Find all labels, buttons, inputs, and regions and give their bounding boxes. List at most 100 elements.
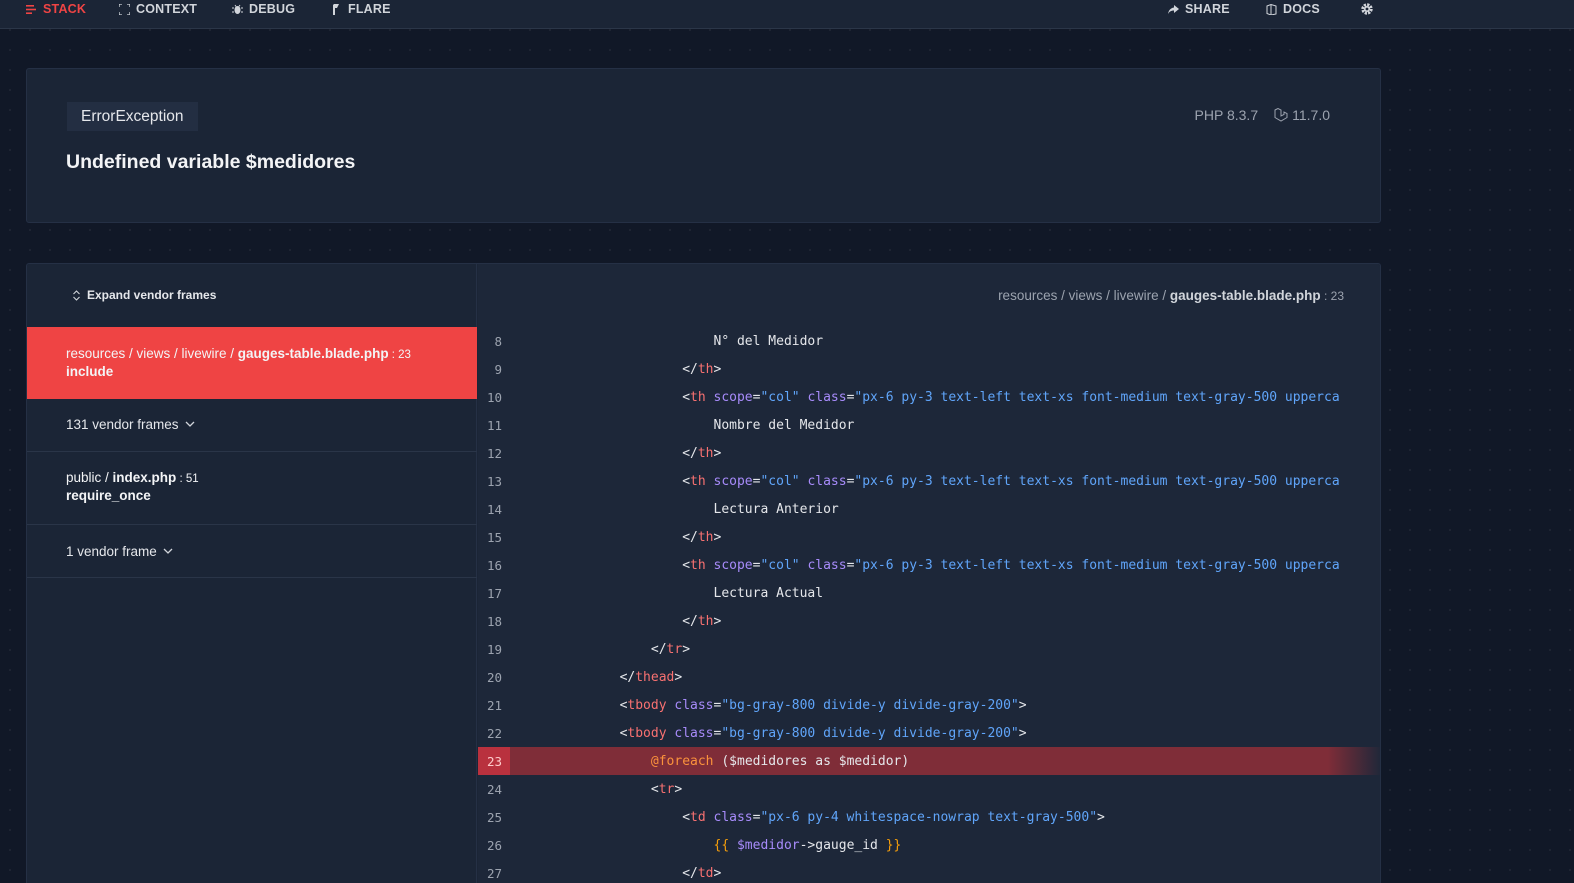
code-line[interactable]: 17 Lectura Actual bbox=[478, 579, 1380, 607]
line-number: 22 bbox=[486, 725, 502, 741]
flare-icon bbox=[333, 3, 339, 15]
frame-line: : 51 bbox=[176, 473, 199, 485]
line-number: 25 bbox=[486, 809, 502, 825]
line-number: 17 bbox=[486, 585, 502, 601]
line-number: 18 bbox=[486, 613, 502, 629]
expand-vendor-frames-button[interactable]: Expand vendor frames bbox=[72, 288, 216, 302]
frame-function: include bbox=[66, 364, 114, 379]
frame-line: : 23 bbox=[388, 349, 411, 361]
code-line[interactable]: 21 <tbody class="bg-gray-800 divide-y di… bbox=[478, 691, 1380, 719]
vendor-frames-toggle[interactable]: 131 vendor frames bbox=[27, 399, 477, 452]
tab-stack[interactable]: STACK bbox=[26, 0, 86, 18]
code-line-highlighted[interactable]: 23 @foreach ($medidores as $medidor) bbox=[478, 747, 1380, 775]
code-line[interactable]: 14 Lectura Anterior bbox=[478, 495, 1380, 523]
code-line[interactable]: 16 <th scope="col" class="px-6 py-3 text… bbox=[478, 551, 1380, 579]
code-line[interactable]: 8 N° del Medidor bbox=[478, 327, 1380, 355]
settings-button[interactable] bbox=[1360, 0, 1374, 18]
line-number: 11 bbox=[486, 417, 502, 433]
code-line[interactable]: 10 <th scope="col" class="px-6 py-3 text… bbox=[478, 383, 1380, 411]
line-number: 26 bbox=[486, 837, 502, 853]
code-text: N° del Medidor bbox=[713, 333, 824, 349]
code-attr-value: "col" bbox=[760, 557, 800, 573]
code-text: ($medidores as $medidor) bbox=[713, 753, 910, 769]
code-line[interactable]: 19 </tr> bbox=[478, 635, 1380, 663]
frame-path: resources / views / livewire / gauges-ta… bbox=[66, 346, 477, 361]
laravel-version-wrapper: 11.7.0 bbox=[1274, 107, 1330, 123]
docs-button[interactable]: DOCS bbox=[1266, 0, 1320, 18]
share-icon bbox=[1168, 4, 1179, 14]
code-file: gauges-table.blade.php bbox=[1169, 288, 1321, 303]
code-line[interactable]: 20 </thead> bbox=[478, 663, 1380, 691]
vendor-frames-toggle[interactable]: 1 vendor frame bbox=[27, 525, 477, 578]
code-line[interactable]: 9 </th> bbox=[478, 355, 1380, 383]
code-line[interactable]: 12 </th> bbox=[478, 439, 1380, 467]
error-message: Undefined variable $medidores bbox=[66, 151, 356, 173]
code-variable: $medidor bbox=[736, 837, 800, 853]
line-number: 20 bbox=[486, 669, 502, 685]
tab-flare-label: FLARE bbox=[348, 2, 391, 16]
code-line[interactable]: 11 Nombre del Medidor bbox=[478, 411, 1380, 439]
debug-icon bbox=[232, 4, 243, 14]
line-number: 27 bbox=[486, 865, 502, 881]
share-label: SHARE bbox=[1185, 2, 1230, 16]
code-attr-value: "px-6 py-3 text-left text-xs font-medium… bbox=[854, 389, 1340, 405]
frame-item-selected[interactable]: resources / views / livewire / gauges-ta… bbox=[27, 327, 477, 399]
code-line[interactable]: 18 </th> bbox=[478, 607, 1380, 635]
exception-class-badge: ErrorException bbox=[67, 102, 198, 131]
code-text: ->gauge_id bbox=[799, 837, 886, 853]
line-number: 14 bbox=[486, 501, 502, 517]
frame-item[interactable]: public / index.php : 51 require_once bbox=[27, 452, 477, 525]
code-text: Lectura Anterior bbox=[713, 501, 839, 517]
code-line[interactable]: 26 {{ $medidor->gauge_id }} bbox=[478, 831, 1380, 859]
tab-context[interactable]: CONTEXT bbox=[119, 0, 197, 18]
frame-function: require_once bbox=[66, 488, 151, 503]
line-number: 13 bbox=[486, 473, 502, 489]
vendor-frames-label: 1 vendor frame bbox=[66, 544, 157, 559]
tab-debug-label: DEBUG bbox=[249, 2, 296, 16]
frames-list: Expand vendor frames resources / views /… bbox=[27, 264, 477, 883]
code-line[interactable]: 13 <th scope="col" class="px-6 py-3 text… bbox=[478, 467, 1380, 495]
stack-icon bbox=[26, 4, 36, 14]
gear-icon bbox=[1361, 3, 1373, 15]
vendor-frames-label: 131 vendor frames bbox=[66, 417, 179, 432]
code-file-path[interactable]: resources / views / livewire / gauges-ta… bbox=[998, 288, 1344, 303]
code-line[interactable]: 25 <td class="px-6 py-4 whitespace-nowra… bbox=[478, 803, 1380, 831]
share-button[interactable]: SHARE bbox=[1168, 0, 1230, 18]
code-line[interactable]: 22 <tbody class="bg-gray-800 divide-y di… bbox=[478, 719, 1380, 747]
line-number: 10 bbox=[486, 389, 502, 405]
code-attr-value: "col" bbox=[760, 389, 800, 405]
code-path-prefix: resources / views / livewire / bbox=[998, 288, 1170, 303]
line-number: 12 bbox=[486, 445, 502, 461]
version-info: PHP 8.3.7 11.7.0 bbox=[1195, 107, 1330, 123]
code-attr-value: "bg-gray-800 divide-y divide-gray-200" bbox=[721, 697, 1019, 713]
code-text: Nombre del Medidor bbox=[713, 417, 855, 433]
code-line[interactable]: 27 </td> bbox=[478, 859, 1380, 883]
code-line[interactable]: 15 </th> bbox=[478, 523, 1380, 551]
code-line[interactable]: 24 <tr> bbox=[478, 775, 1380, 803]
line-number: 19 bbox=[486, 641, 502, 657]
frame-path-prefix: public / bbox=[66, 470, 113, 485]
tab-debug[interactable]: DEBUG bbox=[232, 0, 295, 18]
frame-path-prefix: resources / views / livewire / bbox=[66, 346, 238, 361]
line-number: 9 bbox=[494, 361, 502, 377]
line-number: 16 bbox=[486, 557, 502, 573]
code-text: Lectura Actual bbox=[713, 585, 824, 601]
expand-vendor-frames-label: Expand vendor frames bbox=[87, 288, 217, 302]
tab-flare[interactable]: FLARE bbox=[331, 0, 391, 18]
error-header-card: ErrorException Undefined variable $medid… bbox=[26, 68, 1381, 223]
top-nav: STACK CONTEXT DEBUG FLARE SHARE DOCS bbox=[0, 0, 1574, 29]
docs-label: DOCS bbox=[1283, 2, 1320, 16]
code-attr-value: "px-6 py-3 text-left text-xs font-medium… bbox=[854, 473, 1340, 489]
docs-icon bbox=[1266, 3, 1277, 15]
context-icon bbox=[119, 3, 130, 15]
laravel-version: 11.7.0 bbox=[1292, 107, 1330, 123]
code-attr-value: "px-6 py-4 whitespace-nowrap text-gray-5… bbox=[760, 809, 1098, 825]
tab-context-label: CONTEXT bbox=[136, 2, 198, 16]
php-version: PHP 8.3.7 bbox=[1194, 107, 1259, 123]
frame-path: public / index.php : 51 bbox=[66, 470, 477, 485]
frame-file: index.php bbox=[112, 470, 177, 485]
blade-directive: @foreach bbox=[650, 753, 714, 769]
stack-trace-card: Expand vendor frames resources / views /… bbox=[26, 263, 1381, 883]
chevron-down-icon bbox=[163, 548, 173, 554]
line-number: 15 bbox=[486, 529, 502, 545]
